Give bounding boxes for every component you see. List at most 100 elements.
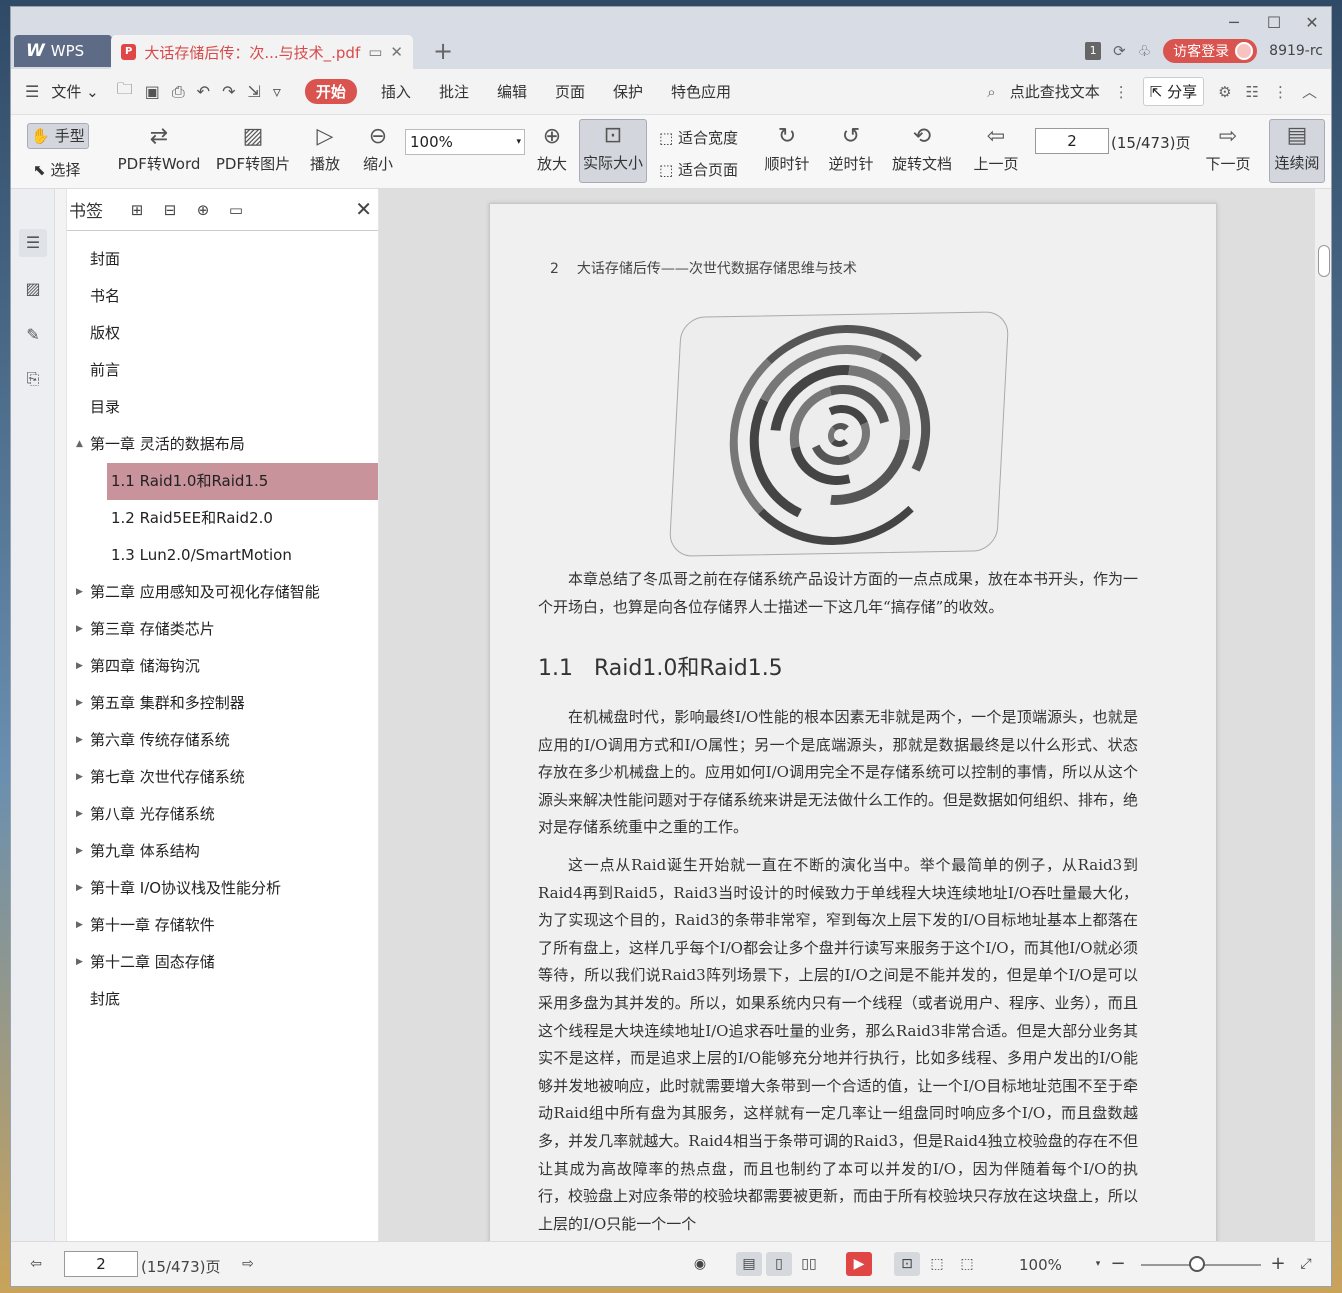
document-tab[interactable]: P 大话存储后传：次...与技术_.pdf ▭ ✕ [111,35,413,69]
collapsed-arrow-icon[interactable]: ▶ [76,722,83,759]
bookmark-item[interactable]: ▶ 第十二章 固态存储 [67,944,378,981]
fullscreen-icon[interactable]: ⤢ [1293,1252,1319,1276]
window-count-badge[interactable]: 1 [1085,42,1102,60]
zoom-in-button[interactable]: ⊕ 放大 [535,121,569,174]
zoom-out-button[interactable]: ⊖ 缩小 [361,121,395,174]
chat-icon[interactable]: ☷ [1246,83,1259,101]
zoom-slider-handle[interactable] [1189,1256,1205,1272]
close-panel-icon[interactable]: ✕ [355,197,372,221]
collapse-ribbon-icon[interactable]: ︿ [1302,81,1317,102]
sync-icon[interactable]: ⟳ [1113,42,1126,60]
continuous-reading-button[interactable]: ▤ 连续阅 [1269,119,1325,183]
print-icon[interactable]: ⎙ [172,82,185,102]
status-actual-size-icon[interactable]: ⊡ [894,1252,920,1276]
bookmark-item[interactable]: 1.2 Raid5EE和Raid2.0 [67,500,378,537]
tab-insert[interactable]: 插入 [381,81,411,102]
zoom-minus-icon[interactable]: − [1105,1252,1131,1276]
status-fit-page-icon[interactable]: ⬚ [924,1252,950,1276]
play-button[interactable]: ▷ 播放 [307,121,343,174]
status-fit-width-icon[interactable]: ⬚ [954,1252,980,1276]
continuous-view-icon[interactable]: ▤ [736,1252,762,1276]
wps-home-tab[interactable]: W WPS [14,35,112,67]
collapsed-arrow-icon[interactable]: ▶ [76,907,83,944]
next-page-button[interactable]: ⇨ 下一页 [1203,121,1253,174]
status-next-page-icon[interactable]: ⇨ [235,1252,261,1276]
find-text-button[interactable]: 点此查找文本 [1010,81,1100,102]
expand-all-icon[interactable]: ⊞ [125,201,149,219]
tab-start[interactable]: 开始 [304,79,357,104]
monitor-icon[interactable]: ▭ [368,43,382,61]
bookmark-item[interactable]: 书名 [67,278,378,315]
bookmark-item[interactable]: ▶ 第四章 储海钩沉 [67,648,378,685]
status-zoom-value[interactable]: 100% [1019,1256,1062,1274]
collapsed-arrow-icon[interactable]: ▶ [76,685,83,722]
tab-annotate[interactable]: 批注 [439,81,469,102]
tab-special[interactable]: 特色应用 [671,81,731,102]
pdf-to-image-button[interactable]: ▨ PDF转图片 [213,121,293,174]
search-icon[interactable]: ⌕ [987,83,995,101]
rotate-counterclockwise-button[interactable]: ↺ 逆时针 [825,121,877,174]
redo-icon[interactable]: ↷ [222,82,235,101]
actual-size-button[interactable]: ⊡ 实际大小 [579,119,647,183]
bookmark-options-icon[interactable]: ▭ [224,201,248,219]
gear-icon[interactable]: ⚙ [1218,83,1231,101]
bookmark-item[interactable]: 封面 [67,241,378,278]
share-button[interactable]: ⇱ 分享 [1142,77,1205,106]
bookmark-item[interactable]: ▶ 第八章 光存储系统 [67,796,378,833]
zoom-select[interactable]: 100% ▾ [405,129,525,155]
bookmark-item[interactable]: ▶ 第二章 应用感知及可视化存储智能 [67,574,378,611]
tab-page[interactable]: 页面 [555,81,585,102]
bookmark-item[interactable]: ▶ 第五章 集群和多控制器 [67,685,378,722]
tab-protect[interactable]: 保护 [613,81,643,102]
zoom-plus-icon[interactable]: + [1265,1252,1291,1276]
bookmark-item[interactable]: ▶ 第三章 存储类芯片 [67,611,378,648]
scrollbar-thumb[interactable] [1318,245,1330,277]
bookmark-panel-icon[interactable]: ☰ [19,229,47,257]
guest-login-button[interactable]: 访客登录 [1163,39,1258,63]
open-folder-icon[interactable]: 🗀 [117,78,133,105]
bookmark-item[interactable]: ▲ 第一章 灵活的数据布局 [67,426,378,463]
collapsed-arrow-icon[interactable]: ▶ [76,574,83,611]
bookmark-item[interactable]: 版权 [67,315,378,352]
close-window-icon[interactable]: ✕ [1297,13,1327,33]
status-prev-page-icon[interactable]: ⇦ [23,1252,49,1276]
hamburger-menu-icon[interactable]: ☰ [25,82,39,101]
undo-icon[interactable]: ↶ [197,82,210,101]
bookmark-item[interactable]: ▶ 第六章 传统存储系统 [67,722,378,759]
single-page-view-icon[interactable]: ▯ [766,1252,792,1276]
previous-page-button[interactable]: ⇦ 上一页 [971,121,1021,174]
fit-width-button[interactable]: ⬚ 适合宽度 [659,127,738,148]
collapsed-arrow-icon[interactable]: ▶ [76,833,83,870]
fit-page-button[interactable]: ⬚ 适合页面 [659,159,738,180]
more-dropdown-icon[interactable]: ▿ [273,82,281,101]
bookmark-item[interactable]: 1.3 Lun2.0/SmartMotion [67,537,378,574]
collapsed-arrow-icon[interactable]: ▶ [76,759,83,796]
minimize-icon[interactable]: ─ [1219,13,1249,33]
collapse-all-icon[interactable]: ⊟ [158,201,182,219]
save-icon[interactable]: ▣ [145,82,160,101]
bookmark-item[interactable]: 目录 [67,389,378,426]
bookmark-item[interactable]: ▶ 第十章 I/O协议栈及性能分析 [67,870,378,907]
bookmark-item[interactable]: 1.1 Raid1.0和Raid1.5 [107,463,378,500]
tab-edit[interactable]: 编辑 [497,81,527,102]
collapsed-arrow-icon[interactable]: ▶ [76,944,83,981]
thumbnail-panel-icon[interactable]: ▨ [19,275,47,303]
file-menu[interactable]: 文件 ⌄ [51,81,98,102]
more-options-icon[interactable]: ⋮ [1273,83,1288,101]
document-viewport[interactable]: 2 大话存储后传——次世代数据存储思维与技术 本章总结了冬瓜哥之前在存储系统产品设… [379,189,1331,1241]
add-bookmark-icon[interactable]: ⊕ [191,201,215,219]
eye-protection-icon[interactable]: ◉ [687,1252,713,1276]
vertical-scrollbar[interactable] [1315,189,1331,1241]
close-tab-icon[interactable]: ✕ [390,43,403,61]
collapsed-arrow-icon[interactable]: ▶ [76,648,83,685]
status-page-input[interactable]: 2 [64,1251,138,1277]
bookmark-item[interactable]: 前言 [67,352,378,389]
hand-tool-button[interactable]: ✋ 手型 [27,123,89,149]
collapsed-arrow-icon[interactable]: ▶ [76,796,83,833]
page-number-input[interactable]: 2 [1035,128,1109,154]
maximize-icon[interactable]: ☐ [1259,13,1289,33]
double-page-view-icon[interactable]: ▯▯ [796,1252,822,1276]
rotate-clockwise-button[interactable]: ↻ 顺时针 [761,121,813,174]
pdf-to-word-button[interactable]: ⇄ PDF转Word [113,121,205,174]
bookmark-item[interactable]: ▶ 第十一章 存储软件 [67,907,378,944]
